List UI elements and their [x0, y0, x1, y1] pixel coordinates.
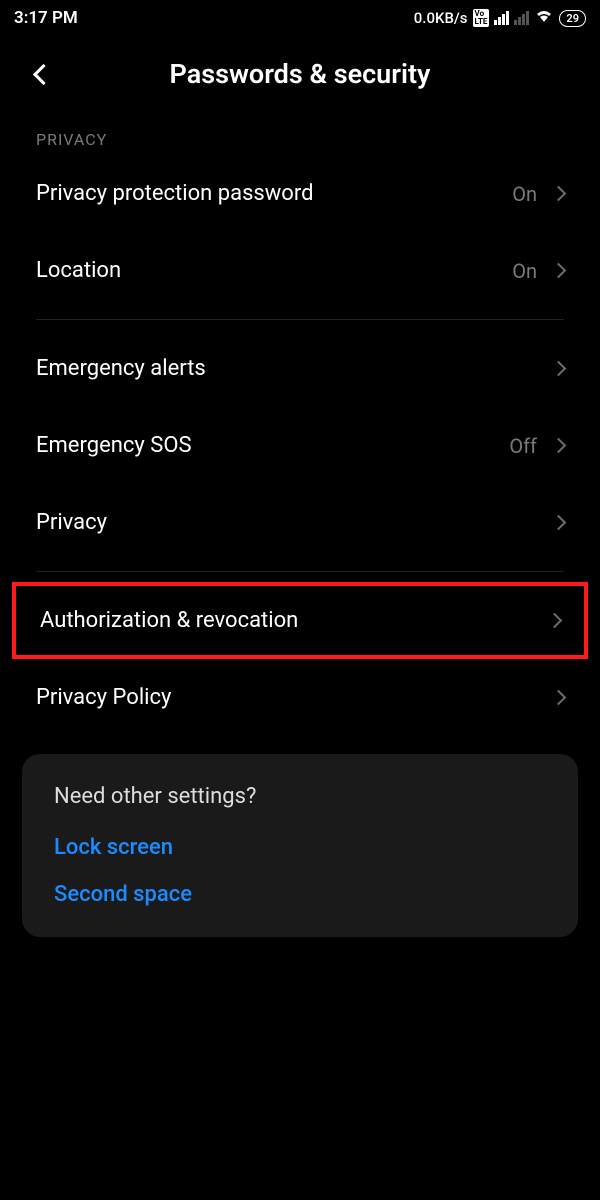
chevron-right-icon	[551, 515, 567, 531]
wifi-icon	[534, 8, 554, 28]
row-privacy[interactable]: Privacy	[0, 484, 600, 561]
signal-icon	[494, 11, 509, 25]
divider	[36, 319, 564, 320]
status-right: 0.0KB/s VoLTE 29	[414, 8, 586, 28]
row-label: Emergency SOS	[36, 433, 192, 458]
status-speed: 0.0KB/s	[414, 9, 468, 27]
chevron-right-icon	[551, 690, 567, 706]
chevron-right-icon	[547, 613, 563, 629]
row-emergency-sos[interactable]: Emergency SOS Off	[0, 407, 600, 484]
page-title: Passwords & security	[20, 58, 580, 90]
signal-icon-2	[514, 11, 529, 25]
row-privacy-policy[interactable]: Privacy Policy	[0, 659, 600, 736]
row-emergency-alerts[interactable]: Emergency alerts	[0, 330, 600, 407]
battery-icon: 29	[559, 10, 586, 27]
chevron-right-icon	[551, 361, 567, 377]
row-label: Privacy protection password	[36, 181, 314, 206]
row-label: Location	[36, 258, 121, 283]
status-time: 3:17 PM	[14, 8, 78, 28]
row-label: Authorization & revocation	[40, 608, 298, 633]
link-second-space[interactable]: Second space	[54, 882, 546, 907]
other-settings-card: Need other settings? Lock screen Second …	[22, 754, 578, 937]
divider	[36, 571, 564, 572]
row-location[interactable]: Location On	[0, 232, 600, 309]
row-label: Privacy Policy	[36, 685, 171, 710]
row-value: On	[512, 259, 537, 283]
status-bar: 3:17 PM 0.0KB/s VoLTE 29	[0, 0, 600, 32]
row-label: Emergency alerts	[36, 356, 206, 381]
chevron-right-icon	[551, 263, 567, 279]
volte-icon: VoLTE	[473, 9, 490, 27]
row-value: On	[512, 182, 537, 206]
other-settings-title: Need other settings?	[54, 784, 546, 809]
row-value: Off	[509, 434, 537, 458]
section-privacy-label: PRIVACY	[0, 106, 600, 155]
chevron-right-icon	[551, 438, 567, 454]
row-authorization-revocation[interactable]: Authorization & revocation	[12, 582, 588, 659]
row-label: Privacy	[36, 510, 107, 535]
chevron-right-icon	[551, 186, 567, 202]
row-privacy-protection[interactable]: Privacy protection password On	[0, 155, 600, 232]
link-lock-screen[interactable]: Lock screen	[54, 835, 546, 860]
header: Passwords & security	[0, 32, 600, 106]
